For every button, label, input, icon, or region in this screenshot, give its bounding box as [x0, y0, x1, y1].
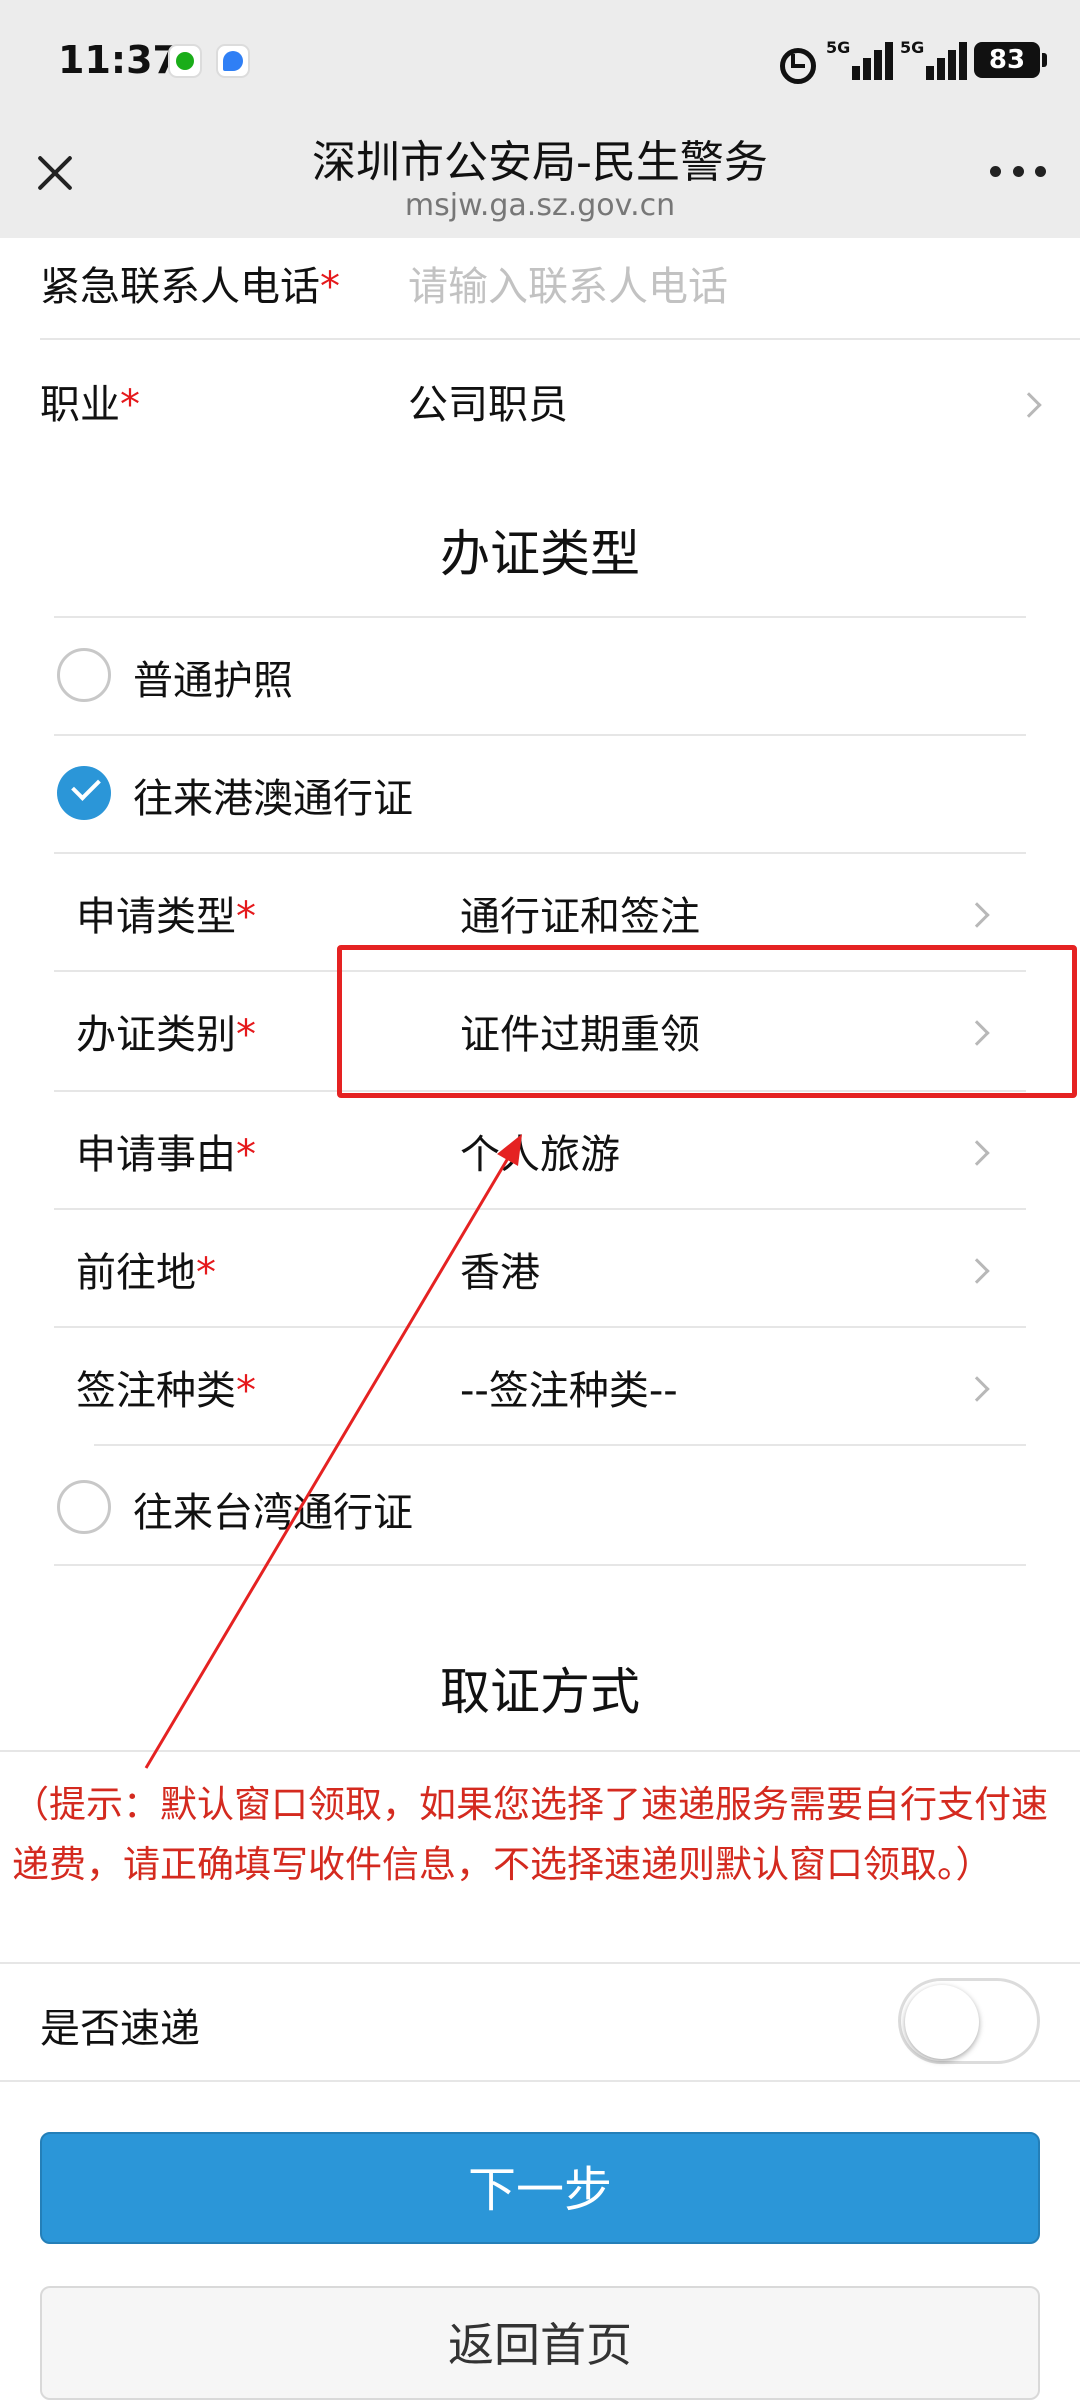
field-endorsement-type[interactable]: 签注种类* --签注种类--: [0, 1328, 1080, 1444]
field-label: 申请事由*: [76, 1132, 256, 1178]
divider: [0, 1750, 1080, 1752]
chevron-right-icon: [964, 1140, 990, 1166]
chevron-right-icon: [964, 902, 990, 928]
occupation-label: 职业*: [40, 382, 140, 428]
title-bar: 深圳市公安局-民生警务 msjw.ga.sz.gov.cn: [0, 120, 1080, 238]
radio-button[interactable]: [57, 1480, 111, 1534]
page-url: msjw.ga.sz.gov.cn: [404, 188, 676, 223]
field-value: 通行证和签注: [460, 894, 700, 940]
radio-label: 普通护照: [133, 658, 293, 704]
field-label: 办证类别*: [76, 1012, 256, 1058]
alarm-icon: [774, 40, 816, 84]
field-label: 前往地*: [76, 1250, 216, 1296]
wechat-icon: [168, 44, 202, 78]
field-label: 申请类型*: [76, 894, 256, 940]
radio-taiwan-permit[interactable]: 往来台湾通行证: [0, 1446, 1080, 1562]
radio-hk-macau-permit[interactable]: 往来港澳通行证: [0, 736, 1080, 852]
page-title: 深圳市公安局-民生警务: [312, 137, 768, 188]
express-label: 是否速递: [40, 2006, 200, 2052]
top-bar: 11:37 5G 5G 83 深圳市公安局-民生警务 msjw.ga.sz.go…: [0, 0, 1080, 238]
status-icons: 5G 5G 83: [774, 36, 1047, 84]
field-label: 签注种类*: [76, 1368, 256, 1414]
field-application-reason[interactable]: 申请事由* 个人旅游: [0, 1092, 1080, 1208]
radio-label: 往来台湾通行证: [133, 1490, 413, 1536]
app-notification-icon: [216, 44, 250, 78]
chevron-right-icon: [964, 1376, 990, 1402]
occupation-value: 公司职员: [408, 382, 568, 428]
battery-icon: 83: [974, 42, 1047, 78]
radio-button[interactable]: [57, 648, 111, 702]
field-destination[interactable]: 前往地* 香港: [0, 1210, 1080, 1326]
back-home-button[interactable]: 返回首页: [40, 2286, 1040, 2400]
radio-button-checked[interactable]: [57, 766, 111, 820]
permit-section-title: 办证类型: [440, 525, 640, 583]
radio-label: 往来港澳通行证: [133, 776, 413, 822]
emergency-phone-input[interactable]: 请输入联系人电话: [408, 254, 728, 312]
emergency-phone-label: 紧急联系人电话*: [40, 264, 340, 310]
network-type-1: 5G: [826, 38, 851, 57]
occupation-row[interactable]: 职业* 公司职员: [0, 340, 1080, 460]
signal-icon: 5G: [900, 38, 967, 80]
field-value: 个人旅游: [460, 1132, 620, 1178]
emergency-phone-row: 紧急联系人电话* 请输入联系人电话: [0, 238, 1080, 338]
status-bar: 11:37 5G 5G 83: [0, 0, 1080, 120]
more-icon[interactable]: [990, 166, 1046, 180]
status-time: 11:37: [58, 38, 179, 82]
field-value: --签注种类--: [460, 1368, 678, 1414]
pickup-section-title: 取证方式: [440, 1663, 640, 1721]
annotation-highlight-box: [337, 945, 1077, 1098]
field-value: 香港: [460, 1250, 540, 1296]
network-type-2: 5G: [900, 38, 925, 57]
express-toggle[interactable]: [898, 1978, 1040, 2064]
toggle-knob: [905, 1985, 979, 2059]
signal-icon: 5G: [826, 38, 893, 80]
pickup-tip-text: （提示：默认窗口领取，如果您选择了速递服务需要自行支付速递费，请正确填写收件信息…: [12, 1783, 1048, 1886]
next-button[interactable]: 下一步: [40, 2132, 1040, 2244]
radio-ordinary-passport[interactable]: 普通护照: [0, 618, 1080, 734]
divider: [54, 1564, 1026, 1566]
divider: [0, 2080, 1080, 2082]
chevron-right-icon: [1016, 392, 1042, 418]
chevron-right-icon: [964, 1258, 990, 1284]
